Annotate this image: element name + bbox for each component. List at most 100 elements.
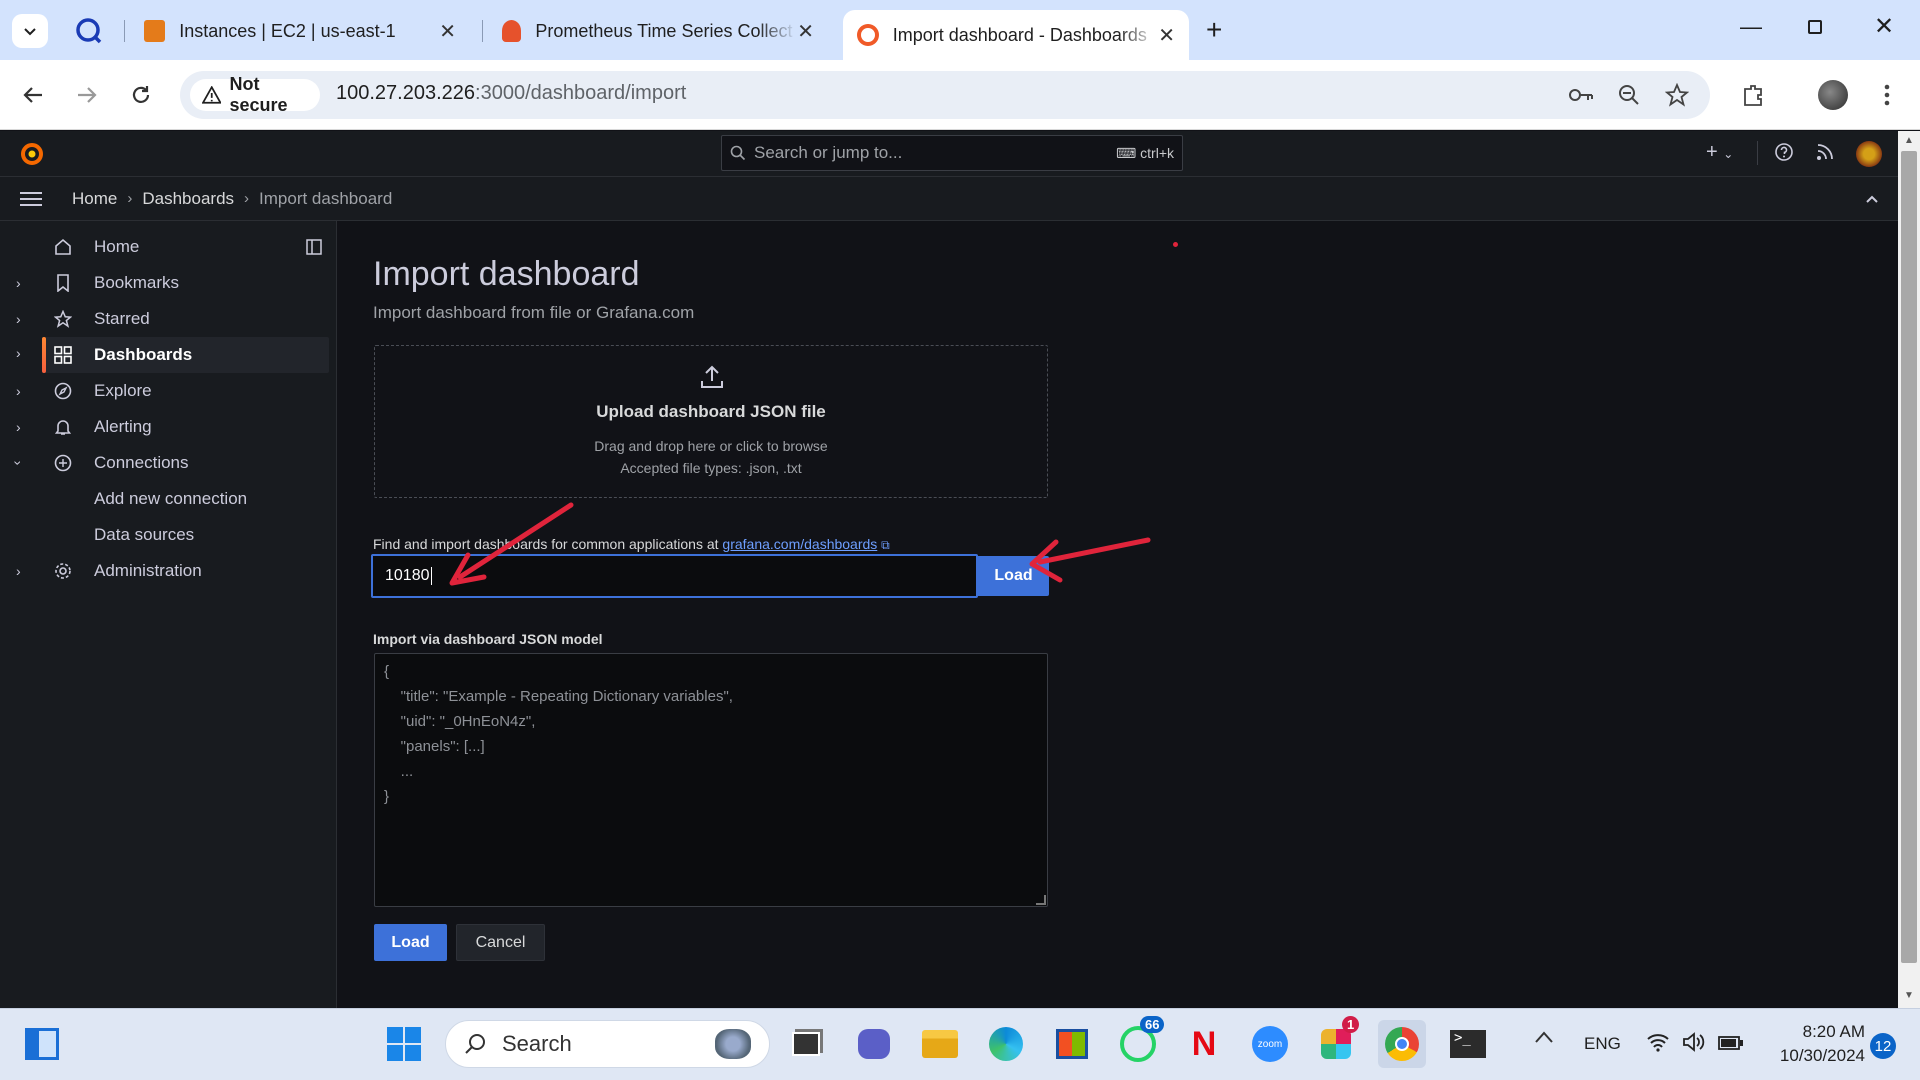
slack-icon [1321,1029,1351,1059]
grafana-logo[interactable] [19,141,45,167]
tab-import-dashboard[interactable]: Import dashboard - Dashboards ✕ [843,10,1189,60]
sidebar-item-administration[interactable]: › Administration [0,553,330,589]
notification-count: 12 [1874,1037,1892,1055]
news-button[interactable] [1816,143,1834,161]
zoom-button[interactable] [1614,80,1644,110]
zoom-app-button[interactable]: zoom [1246,1020,1294,1068]
battery-icon[interactable] [1718,1034,1744,1052]
chrome-menu-button[interactable] [1872,80,1902,110]
security-label: Not secure [229,74,288,115]
help-icon [1775,143,1793,161]
chrome-button[interactable] [1378,1020,1426,1068]
profile-avatar[interactable] [1818,80,1848,110]
sidebar-item-explore[interactable]: › Explore [0,373,330,409]
chevron-right-icon[interactable]: › [16,563,21,579]
upload-dropzone[interactable]: Upload dashboard JSON file Drag and drop… [374,345,1048,498]
system-clock[interactable]: 8:20 AM 10/30/2024 [1755,1020,1865,1068]
search-input[interactable]: Search or jump to... ⌨ ctrl+k [721,135,1183,171]
slack-button[interactable]: 1 [1312,1016,1360,1068]
new-menu-button[interactable]: + ⌄ [1706,141,1733,164]
tab-search-button[interactable] [12,14,48,48]
widgets-button[interactable] [18,1020,66,1068]
sidebar-item-label: Explore [94,381,152,400]
sidebar-item-alerting[interactable]: › Alerting [0,409,330,445]
load-button[interactable]: Load [374,924,447,961]
language-indicator[interactable]: ENG [1584,1034,1621,1054]
store-button[interactable] [1048,1020,1096,1068]
gear-icon [52,560,74,582]
sidebar-item-connections[interactable]: › Connections [0,445,330,481]
scrollbar-thumb[interactable] [1901,151,1917,963]
app-icon[interactable] [74,16,104,46]
breadcrumb-home[interactable]: Home [72,189,117,209]
back-button[interactable] [18,80,48,110]
chevron-right-icon[interactable]: › [16,383,21,399]
sidebar-item-data-sources[interactable]: Data sources [0,517,330,553]
security-chip[interactable]: Not secure [190,74,320,115]
password-key-button[interactable] [1566,80,1596,110]
start-button[interactable] [380,1020,428,1068]
sidebar-item-label: Starred [94,309,150,328]
reload-icon [132,86,150,103]
chevron-right-icon[interactable]: › [16,345,21,361]
sidebar-item-home[interactable]: Home [0,229,330,265]
folder-icon [922,1030,958,1058]
keyboard-icon: ⌨ [1116,144,1141,161]
reload-button[interactable] [126,80,156,110]
edge-icon [989,1027,1023,1061]
close-icon[interactable]: ✕ [439,19,456,44]
chevron-right-icon: › [127,190,133,207]
chevron-right-icon[interactable]: › [16,419,21,435]
tab-ec2[interactable]: Instances | EC2 | us-east-1 ✕ [130,10,470,52]
scroll-up-arrow-icon[interactable]: ▲ [1904,135,1914,146]
netflix-button[interactable]: N [1180,1020,1228,1068]
tray-overflow-button[interactable] [1534,1030,1554,1044]
grafana-icon [857,24,879,46]
json-model-textarea[interactable]: { "title": "Example - Repeating Dictiona… [374,653,1048,907]
volume-icon[interactable] [1682,1032,1706,1052]
teams-button[interactable] [850,1020,898,1068]
scroll-down-arrow-icon[interactable]: ▼ [1904,990,1914,1001]
close-icon[interactable]: ✕ [797,19,814,44]
tab-prometheus[interactable]: Prometheus Time Series Collect ✕ [488,10,828,52]
sidebar-item-starred[interactable]: › Starred [0,301,330,337]
task-view-button[interactable] [782,1020,830,1068]
zoom-icon: zoom [1252,1026,1288,1062]
bookmark-star-button[interactable] [1662,80,1692,110]
close-icon[interactable]: ✕ [1158,23,1175,48]
chevron-right-icon[interactable]: › [16,275,21,291]
forward-button[interactable] [72,80,102,110]
terminal-button[interactable]: >_ [1444,1020,1492,1068]
chevron-right-icon[interactable]: › [16,311,21,327]
menu-toggle-button[interactable] [20,191,42,207]
grafana-dashboards-link[interactable]: grafana.com/dashboards [722,536,877,552]
sidebar-item-label: Data sources [94,525,195,544]
text-cursor [430,567,432,585]
collapse-header-button[interactable] [1864,191,1880,207]
extensions-button[interactable] [1738,80,1768,110]
tab-title: Import dashboard - Dashboards [892,24,1147,45]
task-view-icon [792,1032,820,1056]
chevron-down-icon[interactable]: › [10,461,26,466]
minimize-button[interactable]: — [1740,14,1762,40]
close-window-button[interactable]: ✕ [1874,12,1894,41]
user-avatar[interactable] [1856,141,1882,167]
breadcrumb-dashboards[interactable]: Dashboards [142,189,234,209]
resize-handle-icon[interactable] [1036,895,1046,905]
sidebar-item-dashboards[interactable]: › Dashboards [0,337,330,373]
restore-button[interactable] [1808,20,1822,34]
notification-center-button[interactable]: 12 [1870,1033,1896,1059]
url-text[interactable]: 100.27.203.226:3000/dashboard/import [336,82,686,105]
taskbar-search[interactable]: Search [445,1020,770,1068]
cancel-button[interactable]: Cancel [456,924,545,961]
active-indicator [42,337,46,373]
new-tab-button[interactable]: + [1206,14,1222,46]
wifi-icon[interactable] [1646,1032,1670,1052]
file-explorer-button[interactable] [916,1020,964,1068]
help-button[interactable] [1774,142,1794,162]
sidebar-item-bookmarks[interactable]: › Bookmarks [0,265,330,301]
whatsapp-button[interactable]: 66 [1114,1016,1165,1068]
edge-button[interactable] [982,1020,1030,1068]
compass-icon [52,380,74,402]
sidebar-item-add-new-connection[interactable]: Add new connection [0,481,330,517]
